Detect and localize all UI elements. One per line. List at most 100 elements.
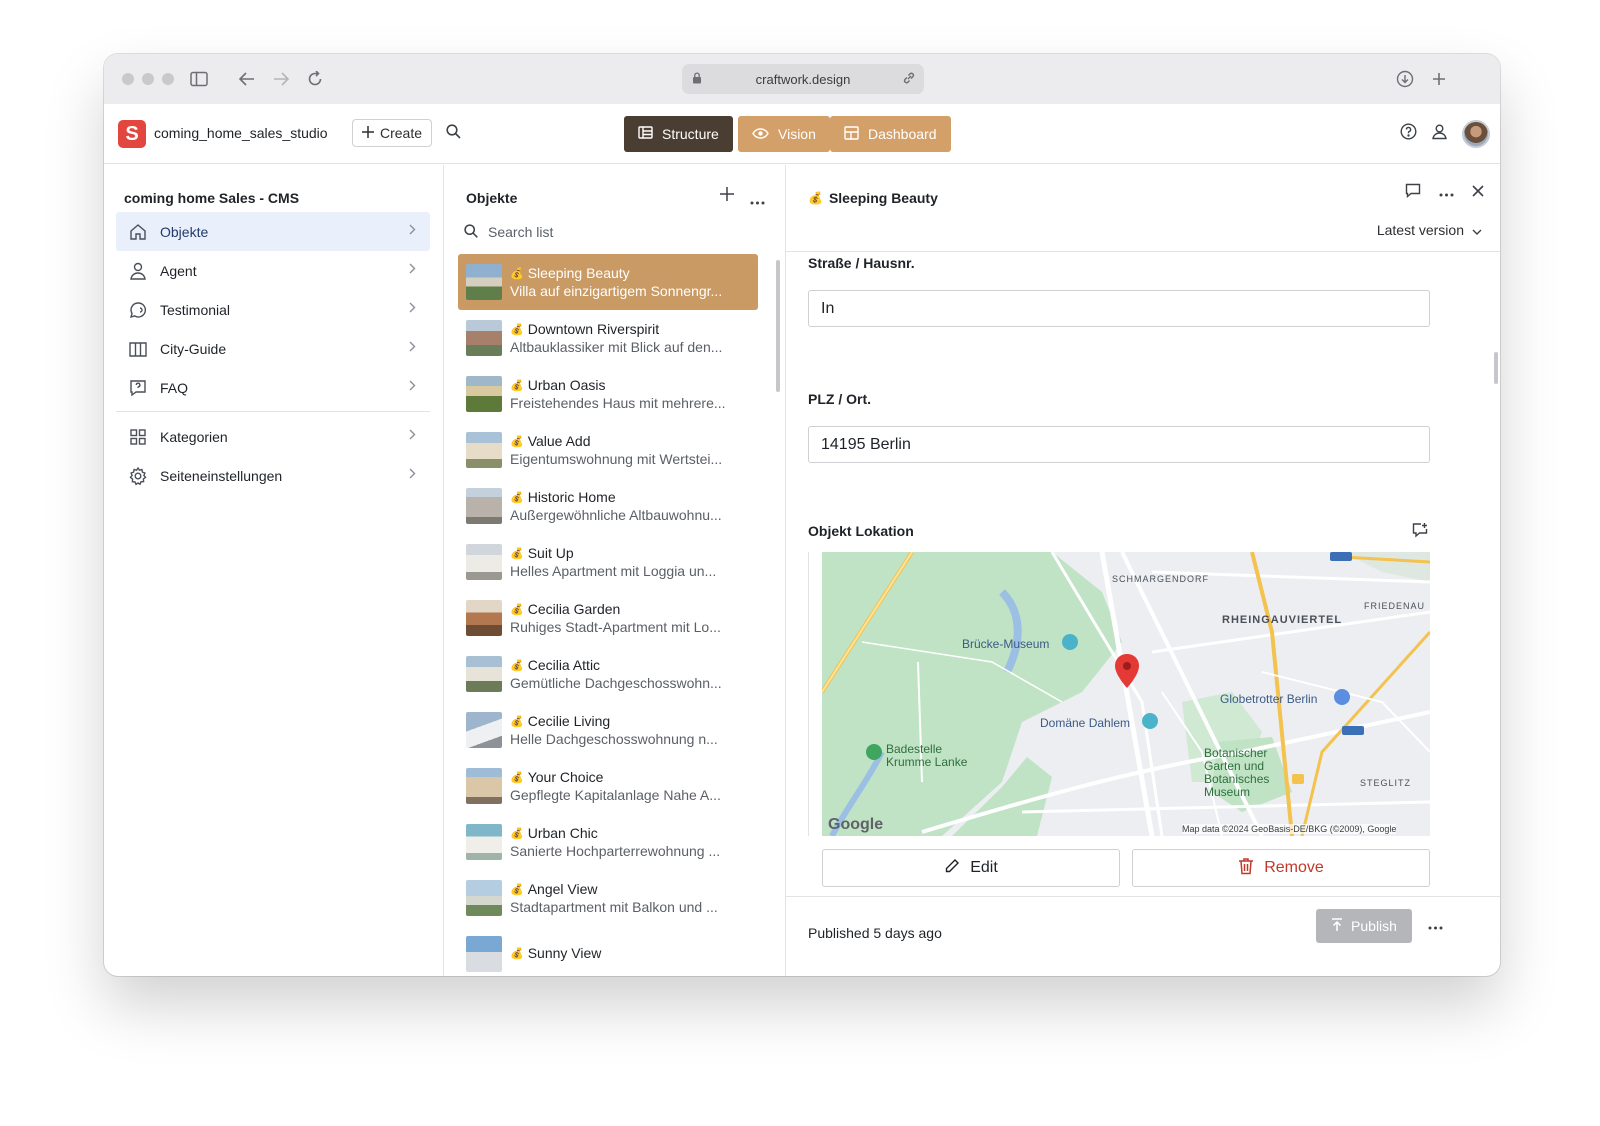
document-footer: Published 5 days ago Publish [786,896,1500,976]
add-document-icon[interactable] [720,187,734,206]
help-circle-icon[interactable] [1400,123,1417,145]
list-item[interactable]: 💰 Cecilia Garden Ruhiges Stadt-Apartment m… [458,590,758,646]
studio-logo-icon[interactable]: S [118,120,146,148]
plus-icon [362,125,374,141]
address-bar[interactable]: craftwork.design [682,64,924,94]
list-item[interactable]: 💰 Downtown Riverspirit Altbauklassiker mit… [458,310,758,366]
nav-item-faq[interactable]: FAQ [116,368,430,407]
property-thumbnail [466,432,502,468]
list-item[interactable]: 💰 Historic Home Außergewöhnliche Altbauwoh… [458,478,758,534]
plz-input[interactable]: 14195 Berlin [808,426,1430,463]
list-item[interactable]: 💰 Cecilia Attic Gemütliche Dachgeschosswoh… [458,646,758,702]
list-item[interactable]: 💰 Suit Up Helles Apartment mit Loggia un..… [458,534,758,590]
dashboard-icon [844,125,859,143]
nav-item-city-guide[interactable]: City-Guide [116,329,430,368]
home-icon [128,222,148,242]
minimize-window-button[interactable] [142,73,154,85]
reload-icon[interactable] [304,68,326,90]
document-form: Straße / Hausnr. In PLZ / Ort. 14195 Ber… [786,251,1500,896]
nav-item-seiteneinstellungen[interactable]: Seiteneinstellungen [116,456,430,495]
back-arrow-icon[interactable] [236,68,258,90]
comment-icon[interactable] [1405,183,1421,203]
money-bag-icon: 💰 [510,715,524,728]
help-icon [128,378,148,398]
nav-item-testimonial[interactable]: Testimonial [116,290,430,329]
list-item[interactable]: 💰 Sunny View [458,926,758,976]
create-label: Create [380,125,423,141]
chevron-right-icon [409,224,416,238]
publish-button[interactable]: Publish [1316,909,1412,943]
publish-status: Published 5 days ago [808,925,942,941]
tool-structure-button[interactable]: Structure [624,116,733,152]
new-tab-icon[interactable] [1428,68,1450,90]
document-scrollbar[interactable] [1494,352,1498,384]
edit-location-button[interactable]: Edit [822,849,1120,887]
remove-location-button[interactable]: Remove [1132,849,1430,887]
document-list: 💰 Sleeping Beauty Villa auf einzigartigem … [458,254,758,976]
list-item[interactable]: 💰 Your Choice Gepflegte Kapitalanlage Nahe… [458,758,758,814]
money-bag-icon: 💰 [510,827,524,840]
nav-item-objekte[interactable]: Objekte [116,212,430,251]
list-item[interactable]: 💰 Value Add Eigentumswohnung mit Wertstei.… [458,422,758,478]
list-item-subtitle: Villa auf einzigartigem Sonnengr... [510,283,723,299]
nav-item-label: City-Guide [160,340,227,357]
nav-item-label: FAQ [160,379,189,396]
list-title: Objekte [466,190,518,206]
document-header: 💰 Sleeping Beauty [808,190,938,206]
more-options-icon[interactable] [1428,917,1443,935]
list-item[interactable]: 💰 Urban Chic Sanierte Hochparterrewohnung … [458,814,758,870]
list-item-title: Your Choice [527,769,604,785]
money-bag-icon: 💰 [510,771,524,784]
tool-vision-button[interactable]: Vision [738,116,830,152]
money-bag-icon: 💰 [510,267,524,280]
download-icon[interactable] [1394,68,1416,90]
sidebar-toggle-icon[interactable] [188,68,210,90]
search-icon[interactable] [446,124,461,144]
property-thumbnail [466,264,502,300]
link-icon[interactable] [902,71,916,88]
close-window-button[interactable] [122,73,134,85]
list-item[interactable]: 💰 Urban Oasis Freistehendes Haus mit mehre… [458,366,758,422]
avatar[interactable] [1462,120,1490,148]
list-item-subtitle: Gemütliche Dachgeschosswohn... [510,675,722,691]
zoom-window-button[interactable] [162,73,174,85]
nav-item-kategorien[interactable]: Kategorien [116,417,430,456]
more-options-icon[interactable] [750,192,765,210]
map-label-steglitz: STEGLITZ [1360,778,1412,788]
edit-label: Edit [970,859,998,876]
remove-label: Remove [1264,859,1324,876]
close-icon[interactable] [1472,184,1484,202]
search-list-input[interactable]: Search list [464,220,553,244]
field-indent-line [808,552,809,836]
list-item-title: Sleeping Beauty [527,265,630,281]
list-item[interactable]: 💰 Cecilie Living Helle Dachgeschosswohnung… [458,702,758,758]
nav-item-label: Kategorien [160,428,228,445]
map-icon [128,339,148,359]
comment-add-icon[interactable] [1412,522,1428,543]
document-list-pane: Objekte Search list 💰 Sleeping Beauty Vill… [444,165,786,976]
list-item-subtitle: Freistehendes Haus mit mehrere... [510,395,726,411]
more-options-icon[interactable] [1439,184,1454,202]
list-item-title: Urban Chic [527,825,598,841]
list-item[interactable]: 💰 Angel View Stadtapartment mit Balkon und… [458,870,758,926]
street-input[interactable]: In [808,290,1430,327]
version-select[interactable]: Latest version [1377,222,1482,238]
chevron-right-icon [409,263,416,277]
list-item-subtitle: Gepflegte Kapitalanlage Nahe A... [510,787,721,803]
list-item[interactable]: 💰 Sleeping Beauty Villa auf einzigartigem … [458,254,758,310]
project-name[interactable]: coming_home_sales_studio [154,125,328,141]
forward-arrow-icon[interactable] [270,68,292,90]
location-map[interactable]: SCHMARGENDORF FRIEDENAU RHEINGAUVIERTEL … [822,552,1430,836]
list-item-subtitle: Außergewöhnliche Altbauwohnu... [510,507,722,523]
chevron-right-icon [409,302,416,316]
list-item-subtitle: Eigentumswohnung mit Wertstei... [510,451,723,467]
user-icon[interactable] [1431,123,1448,145]
chevron-right-icon [409,468,416,482]
list-scrollbar[interactable] [776,260,780,392]
money-bag-icon: 💰 [510,947,524,960]
tool-dashboard-button[interactable]: Dashboard [830,116,951,152]
search-list-placeholder: Search list [488,224,554,240]
map-label-globetrotter: Globetrotter Berlin [1220,692,1318,706]
nav-item-agent[interactable]: Agent [116,251,430,290]
create-button[interactable]: Create [352,119,433,147]
